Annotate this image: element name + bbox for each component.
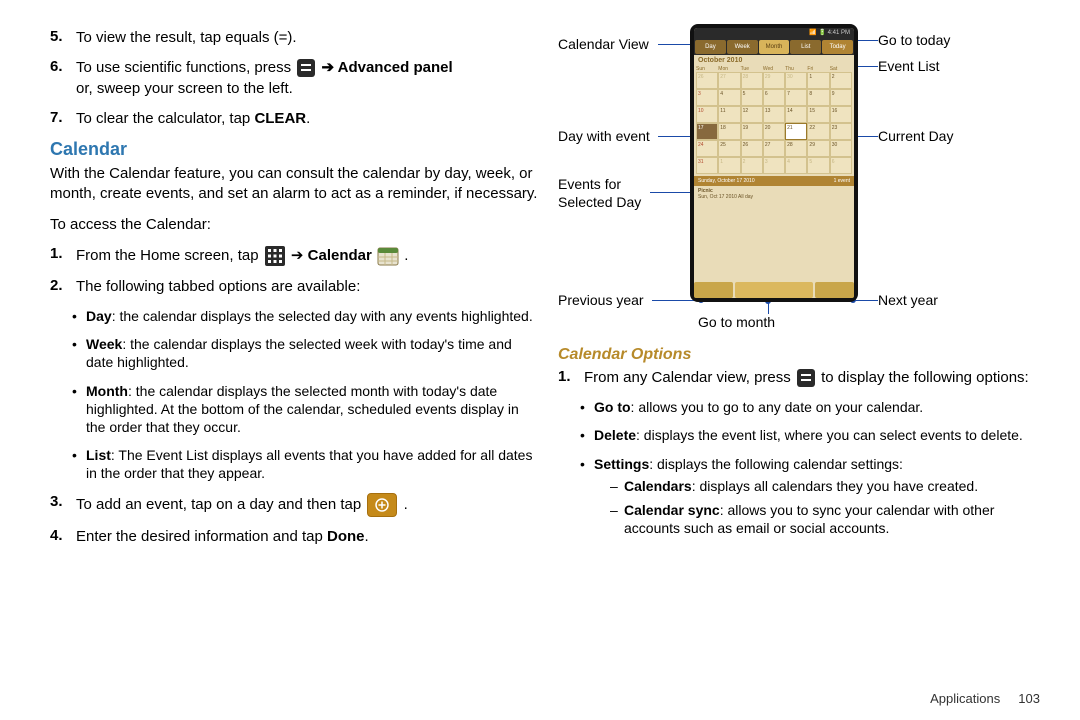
list-item: Delete: displays the event list, where y… xyxy=(580,426,1046,444)
options-list: Go to: allows you to go to any date on y… xyxy=(558,398,1046,537)
step-number: 4. xyxy=(50,527,76,544)
status-bar: 📶 🔋 4:41 PM xyxy=(694,28,854,39)
events-panel: Sunday, October 17 20101 event Picnic Su… xyxy=(694,176,854,226)
callout-previous-year: Previous year xyxy=(558,292,644,308)
step-number: 1. xyxy=(50,245,76,262)
view-tabs: Day Week Month List Today xyxy=(694,39,854,55)
list-item: Day: the calendar displays the selected … xyxy=(72,307,538,325)
callout-goto-month: Go to month xyxy=(698,314,775,330)
step-number: 5. xyxy=(50,28,76,45)
bottom-nav xyxy=(694,282,854,298)
step-text: To use scientific functions, press ➔ Adv… xyxy=(76,58,538,99)
footer-page-number: 103 xyxy=(1018,691,1040,706)
list-item: Calendars: displays all calendars they y… xyxy=(610,477,1046,495)
calendar-intro: With the Calendar feature, you can consu… xyxy=(50,164,538,205)
step-text: Enter the desired information and tap Do… xyxy=(76,527,538,547)
options-steps: 1. From any Calendar view, press to disp… xyxy=(558,368,1046,388)
tab-day: Day xyxy=(695,40,726,54)
callout-next-year: Next year xyxy=(878,292,938,308)
callout-events-for: Events for xyxy=(558,176,621,192)
step-number: 7. xyxy=(50,109,76,126)
step-number: 1. xyxy=(558,368,584,385)
list-item: Settings: displays the following calenda… xyxy=(580,455,1046,538)
callout-goto-today: Go to today xyxy=(878,32,950,48)
step-number: 2. xyxy=(50,277,76,294)
step-text: The following tabbed options are availab… xyxy=(76,277,538,297)
phone-diagram: Calendar View Day with event Events for … xyxy=(558,24,1046,334)
calculator-steps: 5. To view the result, tap equals (=). 6… xyxy=(50,28,538,129)
tab-week: Week xyxy=(727,40,758,54)
next-year-button xyxy=(815,282,854,298)
phone-mockup: 📶 🔋 4:41 PM Day Week Month List Today Oc… xyxy=(690,24,858,302)
list-item: Week: the calendar displays the selected… xyxy=(72,335,538,371)
step-text: From any Calendar view, press to display… xyxy=(584,368,1046,388)
menu-key-icon xyxy=(797,369,815,387)
step-number: 6. xyxy=(50,58,76,75)
calendar-steps: 1. From the Home screen, tap ➔ Calendar … xyxy=(50,245,538,297)
right-column: Calendar View Day with event Events for … xyxy=(558,24,1046,557)
callout-event-list: Event List xyxy=(878,58,939,74)
step-text: From the Home screen, tap ➔ Calendar . xyxy=(76,245,538,267)
month-title: October 2010 xyxy=(694,55,854,66)
tab-options-list: Day: the calendar displays the selected … xyxy=(50,307,538,483)
prev-year-button xyxy=(694,282,733,298)
tab-today: Today xyxy=(822,40,853,54)
list-item: Calendar sync: allows you to sync your c… xyxy=(610,501,1046,537)
left-column: 5. To view the result, tap equals (=). 6… xyxy=(50,24,538,557)
settings-sublist: Calendars: displays all calendars they y… xyxy=(594,477,1046,538)
goto-month-button xyxy=(735,282,813,298)
step-text: To add an event, tap on a day and then t… xyxy=(76,493,538,517)
menu-key-icon xyxy=(297,59,315,77)
calendar-steps-after: 3. To add an event, tap on a day and the… xyxy=(50,493,538,547)
tab-month: Month xyxy=(759,40,790,54)
month-grid: 262728293012 3456789 10111213141516 1718… xyxy=(694,72,854,174)
subsection-heading: Calendar Options xyxy=(558,346,1046,364)
apps-grid-icon xyxy=(265,246,285,266)
step-text: To view the result, tap equals (=). xyxy=(76,28,538,48)
section-heading-calendar: Calendar xyxy=(50,139,538,160)
list-item: Month: the calendar displays the selecte… xyxy=(72,382,538,437)
tab-list: List xyxy=(790,40,821,54)
callout-current-day: Current Day xyxy=(878,128,953,144)
list-item: Go to: allows you to go to any date on y… xyxy=(580,398,1046,416)
page-footer: Applications 103 xyxy=(930,691,1040,706)
callout-day-with-event: Day with event xyxy=(558,128,650,144)
callout-calendar-view: Calendar View xyxy=(558,36,649,52)
step-number: 3. xyxy=(50,493,76,510)
calendar-icon xyxy=(377,245,399,267)
step-text: To clear the calculator, tap CLEAR. xyxy=(76,109,538,129)
add-event-icon xyxy=(367,493,397,517)
list-item: List: The Event List displays all events… xyxy=(72,446,538,482)
footer-section: Applications xyxy=(930,691,1000,706)
calendar-access: To access the Calendar: xyxy=(50,215,538,235)
callout-selected-day: Selected Day xyxy=(558,194,641,210)
